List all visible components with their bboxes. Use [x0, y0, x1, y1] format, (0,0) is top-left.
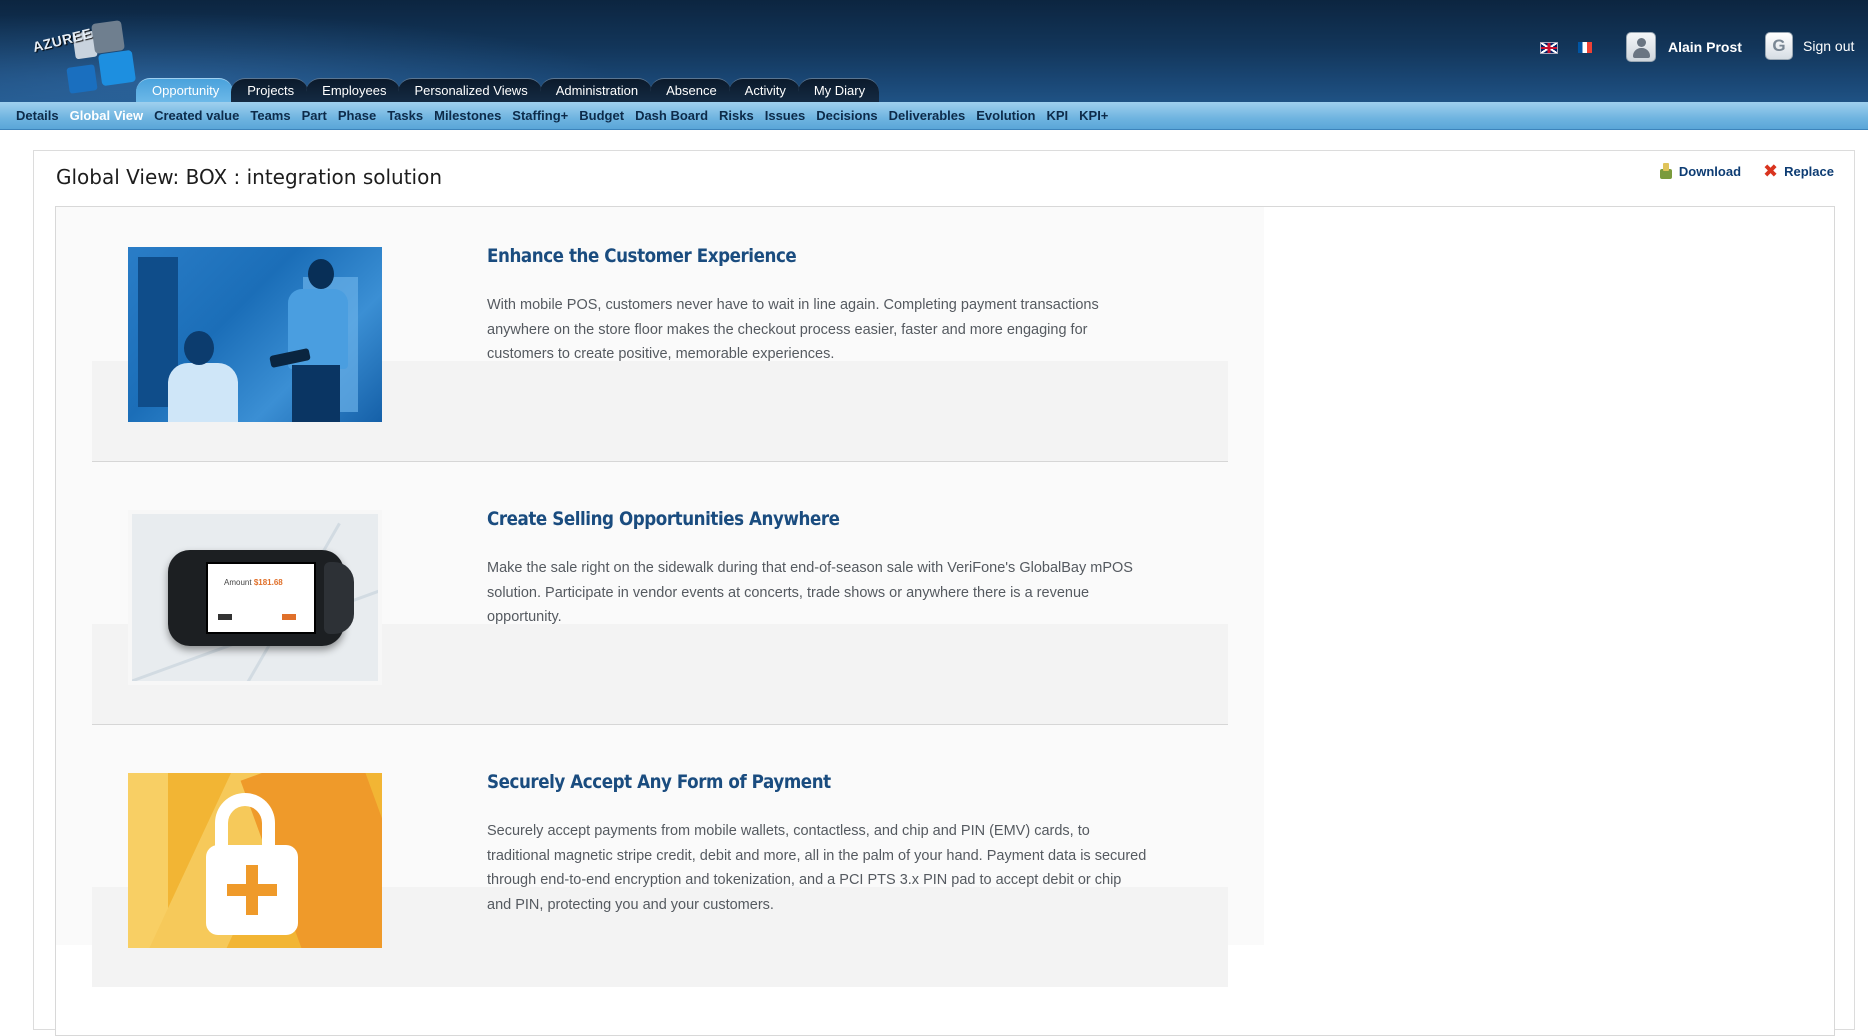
download-button[interactable]: Download [1659, 163, 1741, 179]
document-viewer[interactable]: Enhance the Customer Experience With mob… [55, 206, 1835, 1036]
user-menu[interactable]: Alain Prost [1626, 32, 1742, 62]
feature-title: Create Selling Opportunities Anywhere [487, 508, 840, 530]
tab-administration[interactable]: Administration [539, 78, 653, 102]
subnav-kpi[interactable]: KPI [1046, 108, 1068, 123]
subnav-decisions[interactable]: Decisions [816, 108, 877, 123]
sign-out-icon[interactable]: G [1765, 32, 1793, 60]
subnav-teams[interactable]: Teams [250, 108, 290, 123]
tab-opportunity[interactable]: Opportunity [136, 78, 234, 102]
feature-section: Amount $181.68 Create Selling Opportunit… [92, 470, 1228, 726]
sign-out-button[interactable]: G Sign out [1765, 32, 1854, 60]
section-divider [92, 724, 1228, 725]
feature-title: Enhance the Customer Experience [487, 245, 797, 267]
document-page: Enhance the Customer Experience With mob… [56, 207, 1264, 987]
tab-employees[interactable]: Employees [306, 78, 401, 102]
page-title: Global View: BOX : integration solution [56, 165, 443, 189]
app-logo[interactable]: AZUREE [28, 14, 148, 96]
subnav-global-view[interactable]: Global View [70, 108, 143, 123]
mobile-pos-device-image: Amount $181.68 [128, 510, 382, 685]
panel-actions: Download ✖ Replace [1659, 162, 1834, 180]
subnav-phase[interactable]: Phase [338, 108, 376, 123]
uk-flag-icon[interactable] [1540, 42, 1558, 54]
subnav-issues[interactable]: Issues [765, 108, 805, 123]
subnav-kpi-plus[interactable]: KPI+ [1079, 108, 1108, 123]
feature-section: Securely Accept Any Form of Payment Secu… [92, 733, 1228, 989]
replace-button[interactable]: ✖ Replace [1763, 162, 1834, 180]
tab-activity[interactable]: Activity [728, 78, 800, 102]
feature-text: With mobile POS, customers never have to… [487, 297, 1099, 362]
sub-navigation: Details Global View Created value Teams … [0, 102, 1868, 130]
global-view-panel: Global View: BOX : integration solution … [33, 150, 1855, 1036]
download-label[interactable]: Download [1679, 164, 1741, 179]
tab-projects[interactable]: Projects [231, 78, 309, 102]
replace-label[interactable]: Replace [1784, 164, 1834, 179]
sign-out-label[interactable]: Sign out [1803, 38, 1854, 54]
fr-flag-icon[interactable] [1578, 42, 1592, 53]
subnav-budget[interactable]: Budget [579, 108, 624, 123]
replace-icon[interactable]: ✖ [1763, 162, 1778, 180]
main-tabs: Opportunity Projects Employees Personali… [136, 78, 880, 102]
subnav-risks[interactable]: Risks [719, 108, 754, 123]
tab-personalized-views[interactable]: Personalized Views [398, 78, 542, 102]
subnav-created-value[interactable]: Created value [154, 108, 239, 123]
subnav-part[interactable]: Part [302, 108, 327, 123]
subnav-deliverables[interactable]: Deliverables [889, 108, 966, 123]
subnav-evolution[interactable]: Evolution [976, 108, 1035, 123]
subnav-milestones[interactable]: Milestones [434, 108, 501, 123]
customer-experience-image [128, 247, 382, 422]
feature-section: Enhance the Customer Experience With mob… [92, 207, 1228, 463]
app-header: AZUREE Alain Prost G Sign out Opportunit… [0, 0, 1868, 102]
feature-text: Make the sale right on the sidewalk duri… [487, 560, 1133, 625]
lock-icon [128, 773, 382, 948]
feature-text: Securely accept payments from mobile wal… [487, 823, 1147, 913]
tab-absence[interactable]: Absence [650, 78, 731, 102]
section-divider [92, 461, 1228, 462]
tab-my-diary[interactable]: My Diary [797, 78, 880, 102]
user-name[interactable]: Alain Prost [1668, 39, 1742, 55]
download-icon[interactable] [1659, 163, 1673, 179]
subnav-details[interactable]: Details [16, 108, 59, 123]
subnav-dash-board[interactable]: Dash Board [635, 108, 708, 123]
subnav-tasks[interactable]: Tasks [387, 108, 423, 123]
user-avatar-icon[interactable] [1626, 32, 1656, 62]
subnav-staffing-plus[interactable]: Staffing+ [512, 108, 568, 123]
language-switcher [1540, 42, 1592, 54]
feature-title: Securely Accept Any Form of Payment [487, 771, 831, 793]
